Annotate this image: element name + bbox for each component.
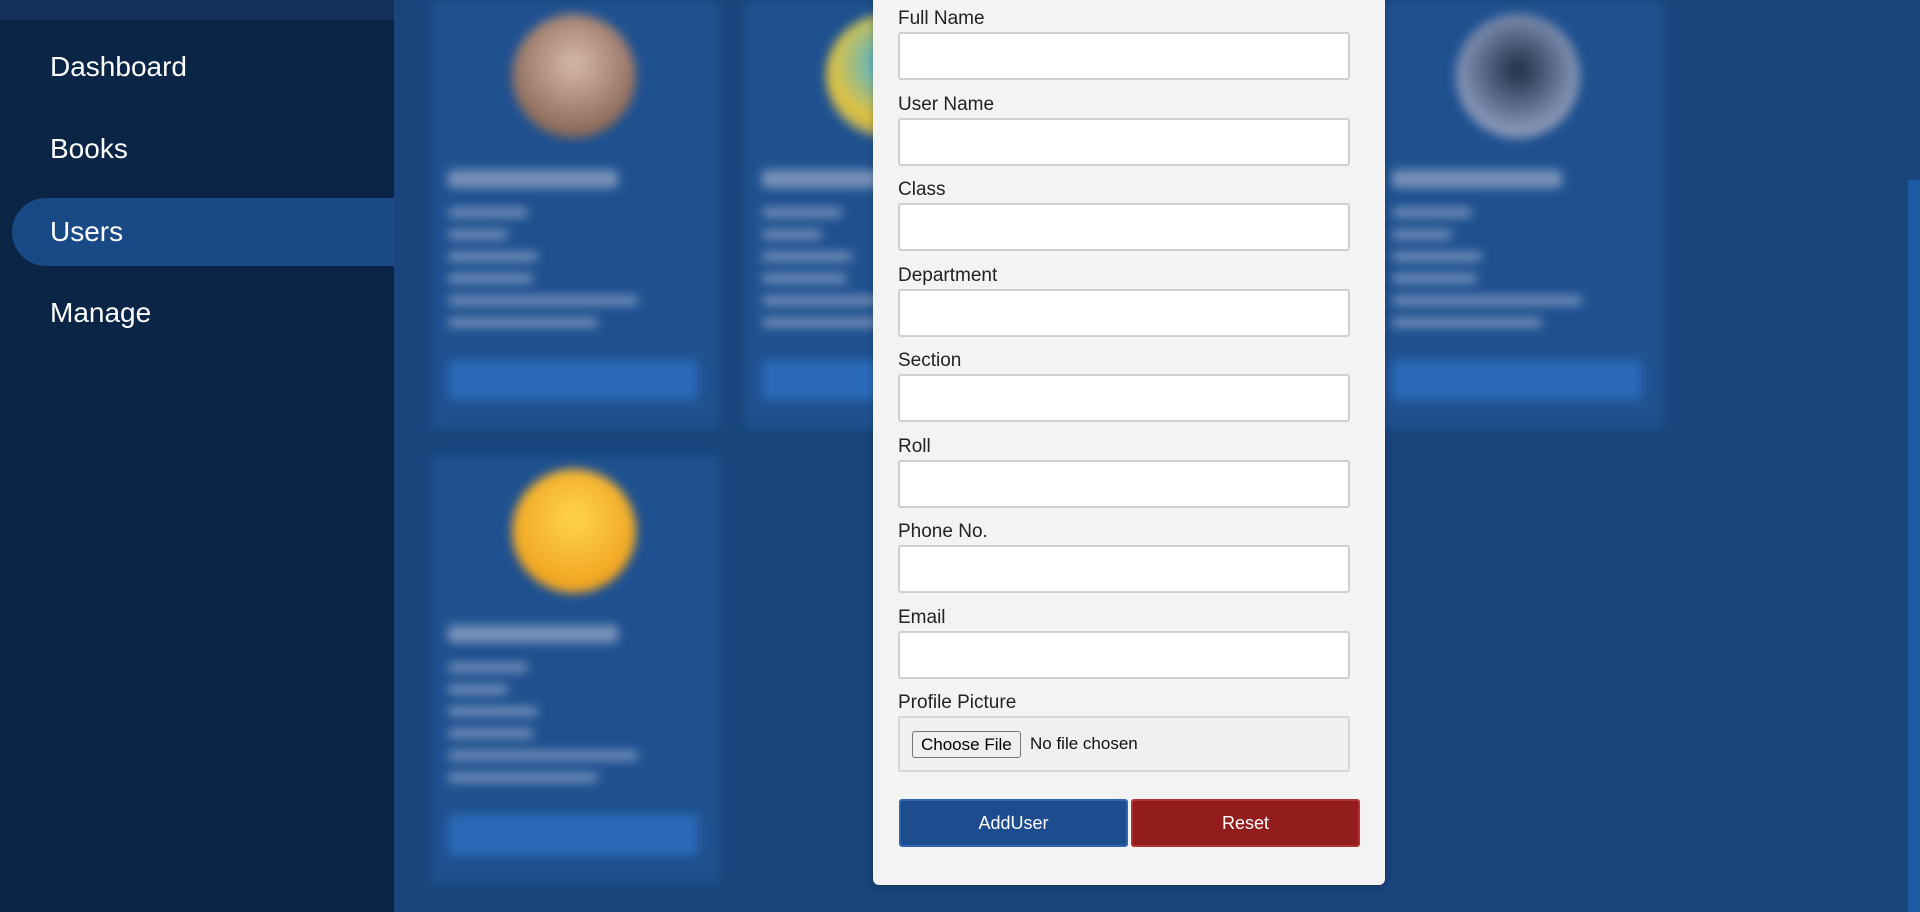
card-text-placeholder [448,318,598,327]
choose-file-button[interactable]: Choose File [912,731,1021,758]
full-name-input[interactable] [898,32,1350,80]
profile-picture-label: Profile Picture [898,692,1017,713]
user-name-input[interactable] [898,118,1350,166]
roll-input[interactable] [898,460,1350,508]
sidebar-item-label: Users [50,216,124,247]
email-label: Email [898,607,946,628]
card-text-placeholder [448,707,538,716]
card-text-placeholder [448,773,598,782]
card-name-placeholder [448,170,618,188]
sidebar-item-books[interactable]: Books [12,115,394,183]
card-text-placeholder [762,230,822,239]
card-text-placeholder [762,252,852,261]
phone-label: Phone No. [898,521,988,542]
class-input[interactable] [898,203,1350,251]
add-user-modal: Full Name User Name Class Department Sec… [873,0,1385,885]
card-text-placeholder [448,685,508,694]
avatar [512,469,636,593]
card-name-placeholder [448,625,618,643]
card-text-placeholder [1392,252,1482,261]
card-text-placeholder [448,274,533,283]
card-name-placeholder [1392,170,1562,188]
sidebar: Dashboard Books Users Manage [0,0,394,912]
card-text-placeholder [448,252,538,261]
phone-input[interactable] [898,545,1350,593]
user-card [1374,0,1664,430]
card-text-placeholder [1392,230,1452,239]
department-label: Department [898,265,998,286]
roll-label: Roll [898,436,931,457]
user-name-label: User Name [898,94,995,115]
sidebar-item-label: Books [50,133,128,164]
profile-picture-input[interactable]: Choose File No file chosen [898,716,1350,772]
card-action-button [448,360,698,400]
sidebar-item-manage[interactable]: Manage [12,279,394,347]
avatar [512,14,636,138]
user-card [430,455,720,885]
file-status-text: No file chosen [1030,734,1138,753]
card-text-placeholder [448,663,528,672]
department-input[interactable] [898,289,1350,337]
card-text-placeholder [448,296,638,305]
sidebar-item-label: Dashboard [50,51,187,82]
sidebar-item-users[interactable]: Users [12,198,394,266]
card-text-placeholder [448,208,528,217]
scrollbar[interactable] [1908,180,1920,912]
card-text-placeholder [1392,208,1472,217]
section-input[interactable] [898,374,1350,422]
email-input[interactable] [898,631,1350,679]
add-user-button[interactable]: AddUser [899,799,1128,847]
class-label: Class [898,179,946,200]
sidebar-item-dashboard[interactable]: Dashboard [12,33,394,101]
avatar [1456,14,1580,138]
card-text-placeholder [1392,274,1477,283]
user-card [430,0,720,430]
card-text-placeholder [1392,296,1582,305]
card-text-placeholder [762,274,847,283]
reset-button[interactable]: Reset [1131,799,1360,847]
card-text-placeholder [762,208,842,217]
card-text-placeholder [448,751,638,760]
card-text-placeholder [448,729,533,738]
sidebar-header-strip [0,0,394,20]
card-text-placeholder [448,230,508,239]
full-name-label: Full Name [898,8,985,29]
sidebar-item-label: Manage [50,297,152,328]
card-action-button [448,815,698,855]
card-text-placeholder [1392,318,1542,327]
section-label: Section [898,350,962,371]
card-action-button [1392,360,1642,400]
